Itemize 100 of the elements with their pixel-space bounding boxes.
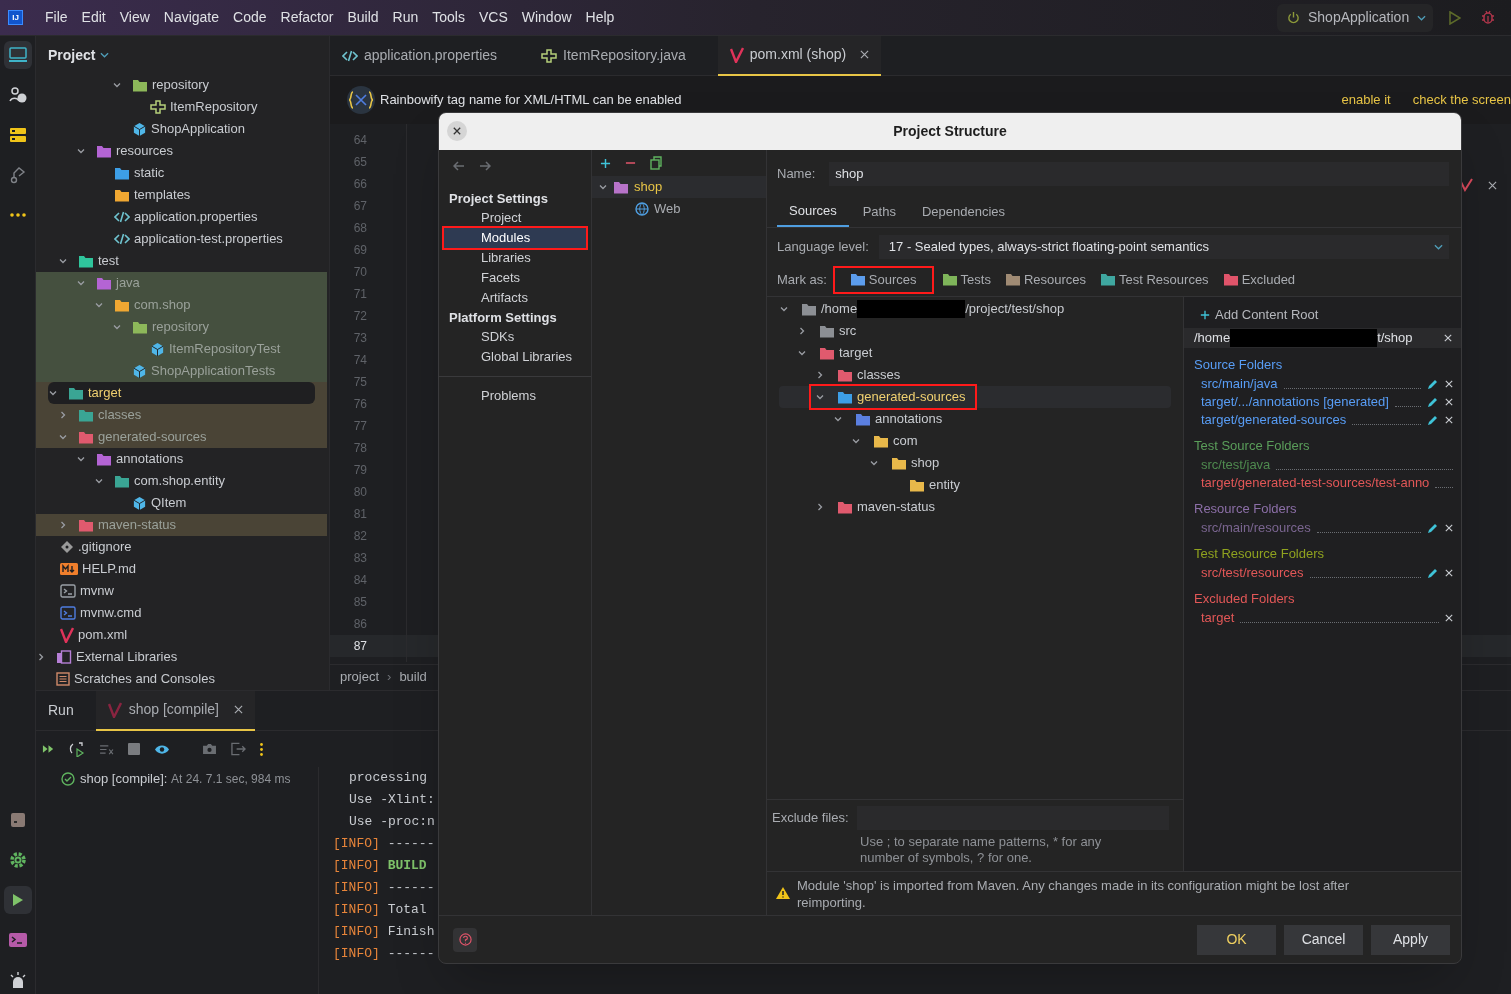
folder-path[interactable]: src/test/java: [1201, 455, 1271, 475]
tree-label[interactable]: entity: [929, 475, 961, 495]
tree-label[interactable]: annotations: [875, 409, 943, 429]
tree-label[interactable]: test: [98, 251, 119, 271]
tree-label[interactable]: annotations: [116, 449, 184, 469]
name-field[interactable]: shop: [829, 162, 1449, 186]
tree-label[interactable]: target: [88, 383, 122, 403]
run-result[interactable]: shop [compile]: At 24. 7.1 sec, 984 ms: [80, 772, 291, 786]
language-level-dropdown[interactable]: 17 - Sealed types, always-strict floating-point semantics: [878, 235, 1449, 259]
people-help-icon: [8, 86, 27, 104]
selected-row[interactable]: shop: [592, 176, 766, 198]
tree-label[interactable]: shop: [911, 453, 940, 473]
dialog-button[interactable]: Cancel: [1284, 924, 1363, 955]
tree-label[interactable]: HELP.md: [82, 559, 136, 579]
tree-label[interactable]: application-test.properties: [134, 229, 283, 249]
app-logo[interactable]: IJ: [8, 10, 23, 25]
menu-item[interactable]: Window: [521, 7, 572, 28]
tree-label[interactable]: static: [134, 163, 165, 183]
line-number: 84: [352, 572, 367, 589]
menu-item[interactable]: Build: [347, 7, 379, 28]
nav-item[interactable]: SDKs: [444, 327, 586, 347]
tool-window-button[interactable]: [3, 41, 32, 69]
tree-label[interactable]: Scratches and Consoles: [74, 669, 215, 689]
folder-path[interactable]: src/main/java: [1201, 374, 1278, 394]
tree-label[interactable]: generated-sources: [857, 387, 966, 407]
panel-title[interactable]: Project: [48, 44, 96, 66]
nav-item[interactable]: Global Libraries: [444, 347, 586, 367]
add-content-root-link[interactable]: Add Content Root: [1184, 305, 1461, 325]
editor-tab[interactable]: application.properties: [330, 35, 510, 76]
tree-label[interactable]: maven-status: [857, 497, 936, 517]
tree-label[interactable]: com: [893, 431, 918, 451]
console-line: [INFO] Finish: [332, 923, 435, 942]
mark-as-button[interactable]: Resources: [1000, 267, 1091, 292]
mark-as-button[interactable]: Test Resources: [1096, 267, 1213, 292]
run-tab[interactable]: shop [compile]: [95, 690, 255, 731]
menu-item[interactable]: Tools: [432, 7, 465, 28]
nav-item[interactable]: Problems: [444, 386, 586, 406]
menu-item[interactable]: Edit: [81, 7, 106, 28]
tree-label[interactable]: ItemRepository: [170, 97, 258, 117]
module-name[interactable]: Web: [654, 199, 681, 219]
tree-label[interactable]: target: [839, 343, 873, 363]
banner-link[interactable]: check the screen: [1412, 90, 1511, 110]
banner-link[interactable]: enable it: [1341, 90, 1391, 110]
folder-path[interactable]: src/test/resources: [1201, 563, 1304, 583]
tab[interactable]: Sources: [777, 197, 849, 227]
breadcrumb[interactable]: project: [340, 666, 380, 687]
folder-path[interactable]: target/generated-test-sources/test-anno: [1201, 473, 1430, 493]
tool-window-button[interactable]: [3, 886, 32, 914]
breadcrumb[interactable]: build: [399, 666, 427, 687]
tree-label[interactable]: classes: [857, 365, 901, 385]
editor-tab[interactable]: pom.xml (shop): [717, 35, 882, 76]
editor-tab[interactable]: ItemRepository.java: [529, 35, 698, 76]
tree-label[interactable]: pom.xml: [78, 625, 128, 645]
dialog-button[interactable]: OK: [1197, 924, 1276, 955]
tree-label[interactable]: mvnw.cmd: [80, 603, 142, 623]
tree-label[interactable]: templates: [134, 185, 191, 205]
tree-label[interactable]: mvnw: [80, 581, 114, 601]
folder-path[interactable]: target/.../annotations [generated]: [1201, 392, 1389, 412]
mark-as-button[interactable]: Tests: [937, 267, 995, 292]
run-configuration-dropdown[interactable]: ShopApplication: [1277, 3, 1433, 32]
folder-path[interactable]: target: [1201, 608, 1235, 628]
tree-label[interactable]: generated-sources: [98, 427, 207, 447]
tree-label[interactable]: maven-status: [98, 515, 177, 535]
list-icon: [56, 672, 70, 686]
menu-item[interactable]: Code: [233, 7, 267, 28]
mark-as-button[interactable]: Sources: [834, 267, 932, 292]
tree-label[interactable]: .gitignore: [78, 537, 132, 557]
module-name[interactable]: shop: [634, 177, 663, 197]
selected-row[interactable]: generated-sources: [779, 386, 1171, 408]
dialog-button[interactable]: Apply: [1371, 924, 1450, 955]
tree-label[interactable]: External Libraries: [76, 647, 178, 667]
tree-label[interactable]: src: [839, 321, 857, 341]
tab[interactable]: Paths: [850, 197, 908, 227]
menu-item[interactable]: Refactor: [280, 7, 334, 28]
menu-item[interactable]: Navigate: [163, 7, 220, 28]
tree-label[interactable]: resources: [116, 141, 174, 161]
help-button[interactable]: [453, 927, 477, 952]
folder-path[interactable]: target/generated-sources: [1201, 410, 1347, 430]
tree-label[interactable]: repository: [152, 75, 210, 95]
tab[interactable]: Dependencies: [909, 197, 1018, 227]
tree-label[interactable]: classes: [98, 405, 142, 425]
menu-item[interactable]: View: [119, 7, 150, 28]
mark-as-button[interactable]: Excluded: [1218, 267, 1300, 292]
tree-label[interactable]: ShopApplication: [151, 119, 245, 139]
nav-item[interactable]: Modules: [444, 228, 586, 248]
menu-item[interactable]: File: [45, 7, 68, 28]
selected-row[interactable]: target: [48, 382, 315, 404]
menu-item[interactable]: Help: [585, 7, 615, 28]
content-root-row[interactable]: /home t/shop: [1184, 328, 1461, 348]
nav-item[interactable]: Project: [444, 208, 586, 228]
nav-item[interactable]: Artifacts: [444, 288, 586, 308]
nav-item[interactable]: Facets: [444, 268, 586, 288]
nav-item[interactable]: Libraries: [444, 248, 586, 268]
tree-label[interactable]: com.shop.entity: [134, 471, 226, 491]
tree-label[interactable]: /home /project/test/shop: [821, 299, 1065, 319]
menu-item[interactable]: VCS: [478, 7, 508, 28]
tree-label[interactable]: application.properties: [134, 207, 258, 227]
tree-label[interactable]: QItem: [151, 493, 187, 513]
menu-item[interactable]: Run: [392, 7, 419, 28]
close-button[interactable]: [447, 121, 467, 141]
